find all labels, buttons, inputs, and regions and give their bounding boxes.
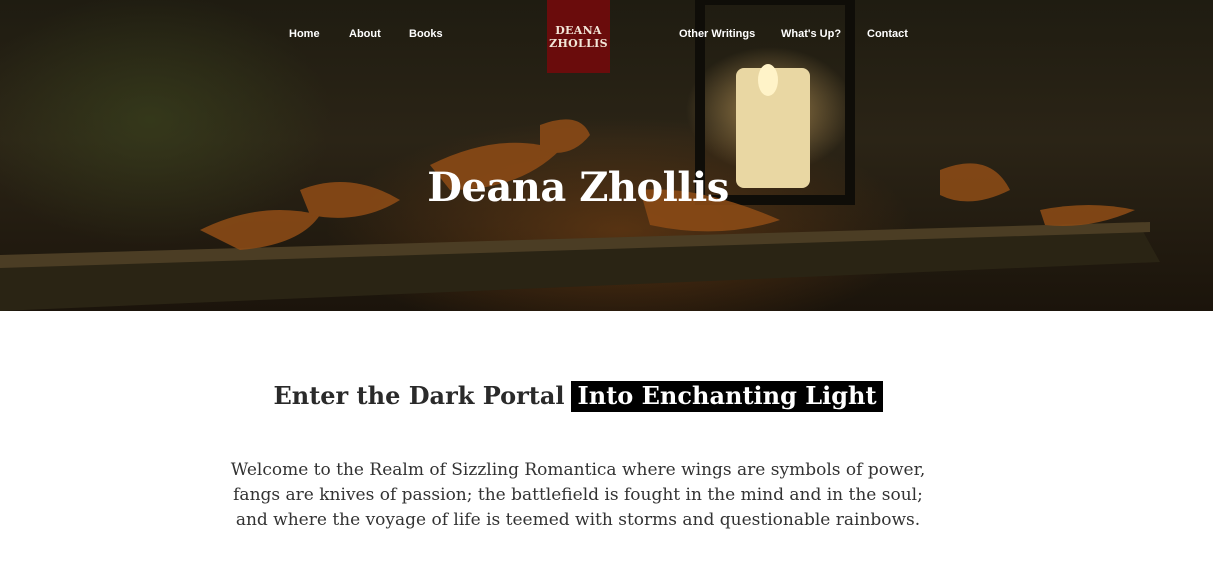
intro-line-2: fangs are knives of passion; the battlef…: [233, 485, 923, 505]
nav-whats-up-link[interactable]: What's Up?: [781, 28, 841, 40]
nav-other-writings-link[interactable]: Other Writings: [679, 28, 755, 40]
logo-line-1: DEANA: [555, 23, 602, 37]
nav-contact-link[interactable]: Contact: [867, 28, 908, 40]
leaf: [540, 119, 590, 153]
candle-flame: [758, 64, 778, 96]
page-headline: Enter the Dark Portal Into Enchanting Lig…: [0, 381, 1156, 412]
logo-line-2: ZHOLLIS: [549, 36, 608, 50]
headline-text: Enter the Dark Portal: [273, 381, 565, 410]
intro-line-1: Welcome to the Realm of Sizzling Romanti…: [230, 460, 926, 480]
leaf: [200, 210, 320, 250]
nav-about-link[interactable]: About: [349, 28, 381, 40]
nav-books-link[interactable]: Books: [409, 28, 443, 40]
nav-home-link[interactable]: Home: [289, 28, 320, 40]
intro-line-3: and where the voyage of life is teemed w…: [235, 510, 921, 530]
hero-banner: Home About Books DEANA ZHOLLIS Other Wri…: [0, 0, 1213, 311]
site-logo[interactable]: DEANA ZHOLLIS: [547, 0, 610, 73]
intro-paragraph: Welcome to the Realm of Sizzling Romanti…: [0, 458, 1156, 533]
headline-highlight: Into Enchanting Light: [570, 381, 883, 412]
hero-title: Deana Zhollis: [427, 164, 729, 211]
